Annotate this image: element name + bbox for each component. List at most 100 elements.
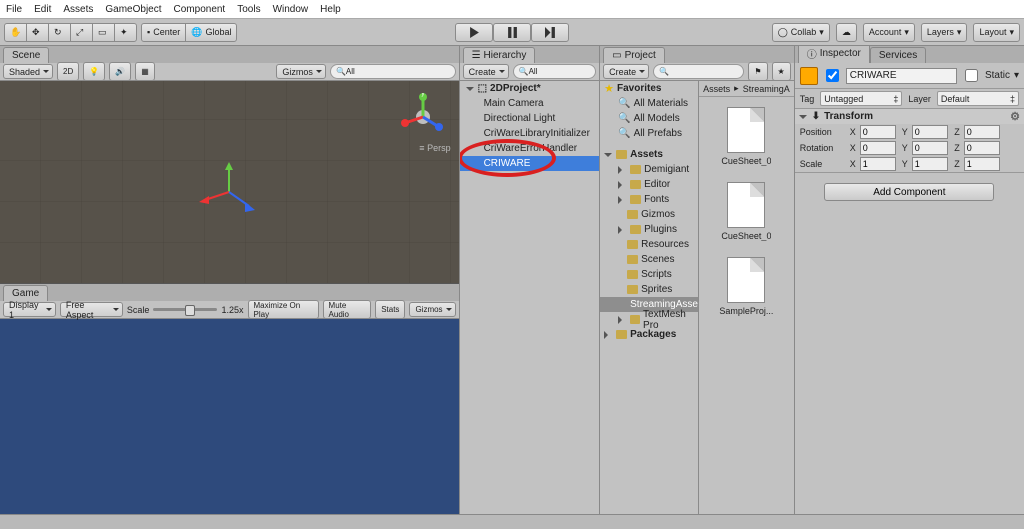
asset-folder[interactable]: Scripts xyxy=(600,267,698,282)
scene-search[interactable]: 🔍All xyxy=(330,64,456,79)
asset-folder[interactable]: Scenes xyxy=(600,252,698,267)
project-filter-icon[interactable]: ⚑ xyxy=(748,62,767,81)
hierarchy-item[interactable]: CriWareLibraryInitializer xyxy=(460,126,600,141)
pause-button[interactable] xyxy=(493,23,531,42)
pivot-global[interactable]: 🌐Global xyxy=(185,23,237,42)
game-view[interactable] xyxy=(0,319,459,514)
gameobject-name-field[interactable]: CRIWARE xyxy=(846,68,957,84)
scene-view[interactable]: y ≡ Persp xyxy=(0,81,459,284)
rect-tool[interactable]: ▭ xyxy=(92,23,115,42)
project-star-icon[interactable]: ★ xyxy=(772,62,791,81)
scale-tool[interactable]: ⤢ xyxy=(70,23,93,42)
pivot-center[interactable]: ▪Center xyxy=(141,23,186,42)
static-checkbox[interactable] xyxy=(965,69,978,82)
scale-x[interactable] xyxy=(860,157,896,171)
favorite-item[interactable]: 🔍All Prefabs xyxy=(600,126,698,141)
tab-services[interactable]: Services xyxy=(870,47,926,63)
play-button[interactable] xyxy=(455,23,493,42)
menu-gameobject[interactable]: GameObject xyxy=(105,4,161,15)
game-stats-toggle[interactable]: Stats xyxy=(375,300,405,319)
menu-component[interactable]: Component xyxy=(174,4,226,15)
hierarchy-item[interactable]: CriWareErrorHandler xyxy=(460,141,600,156)
rotate-tool[interactable]: ↻ xyxy=(48,23,71,42)
multi-tool[interactable]: ✦ xyxy=(114,23,137,42)
position-y[interactable] xyxy=(912,125,948,139)
game-maximize-toggle[interactable]: Maximize On Play xyxy=(248,300,319,319)
gear-icon[interactable]: ⚙ xyxy=(1010,110,1020,123)
menu-tools[interactable]: Tools xyxy=(237,4,260,15)
project-asset[interactable]: SampleProj... xyxy=(725,257,767,316)
menu-assets[interactable]: Assets xyxy=(63,4,93,15)
add-component-button[interactable]: Add Component xyxy=(824,183,994,201)
menu-edit[interactable]: Edit xyxy=(34,4,51,15)
hierarchy-item[interactable]: Directional Light xyxy=(460,111,600,126)
hierarchy-create-dropdown[interactable]: Create xyxy=(463,64,509,79)
step-button[interactable] xyxy=(531,23,569,42)
game-gizmos-dropdown[interactable]: Gizmos xyxy=(409,302,455,317)
game-mute-toggle[interactable]: Mute Audio xyxy=(323,300,372,319)
breadcrumb[interactable]: Assets ▸ StreamingA xyxy=(699,81,794,97)
layers-dropdown[interactable]: Layers ▾ xyxy=(921,23,968,42)
scene-2d-toggle[interactable]: 2D xyxy=(57,62,79,81)
favorites-root[interactable]: ★Favorites xyxy=(600,81,698,96)
tab-inspector[interactable]: ⓘ Inspector xyxy=(798,43,870,63)
tag-dropdown[interactable]: Untagged‡ xyxy=(820,91,902,106)
position-x[interactable] xyxy=(860,125,896,139)
menu-window[interactable]: Window xyxy=(273,4,309,15)
collab-dropdown[interactable]: ◯ Collab ▾ xyxy=(772,23,830,42)
hierarchy-item[interactable]: Main Camera xyxy=(460,96,600,111)
favorite-item[interactable]: 🔍All Models xyxy=(600,111,698,126)
hierarchy-tree[interactable]: ⬚ 2DProject* Main Camera Directional Lig… xyxy=(460,81,600,514)
component-header[interactable]: ⬇ Transform⚙ xyxy=(795,109,1024,124)
hierarchy-scene-root[interactable]: ⬚ 2DProject* xyxy=(460,81,600,96)
cloud-button[interactable]: ☁ xyxy=(836,23,857,42)
account-dropdown[interactable]: Account ▾ xyxy=(863,23,915,42)
gameobject-icon[interactable] xyxy=(800,67,818,85)
asset-folder[interactable]: Plugins xyxy=(600,222,698,237)
scene-gizmos-dropdown[interactable]: Gizmos xyxy=(276,64,326,79)
asset-folder[interactable]: Editor xyxy=(600,177,698,192)
transform-gizmo[interactable] xyxy=(199,162,259,222)
layer-dropdown[interactable]: Default‡ xyxy=(937,91,1019,106)
project-asset[interactable]: CueSheet_0 xyxy=(725,107,767,166)
scene-fx-toggle[interactable]: ▦ xyxy=(135,62,155,81)
layout-dropdown[interactable]: Layout ▾ xyxy=(973,23,1020,42)
scene-audio-toggle[interactable]: 🔊 xyxy=(109,62,131,81)
game-aspect-dropdown[interactable]: Free Aspect xyxy=(60,302,123,317)
scene-shading-dropdown[interactable]: Shaded xyxy=(3,64,53,79)
position-z[interactable] xyxy=(964,125,1000,139)
asset-folder[interactable]: Sprites xyxy=(600,282,698,297)
scale-z[interactable] xyxy=(964,157,1000,171)
assets-root[interactable]: Assets xyxy=(600,147,698,162)
favorite-item[interactable]: 🔍All Materials xyxy=(600,96,698,111)
scene-light-toggle[interactable]: 💡 xyxy=(83,62,105,81)
orientation-gizmo[interactable]: y xyxy=(399,93,447,141)
project-search[interactable]: 🔍 xyxy=(653,64,744,79)
menu-help[interactable]: Help xyxy=(320,4,341,15)
scale-y[interactable] xyxy=(912,157,948,171)
breadcrumb-item[interactable]: StreamingA xyxy=(743,84,790,94)
hand-tool[interactable]: ✋ xyxy=(4,23,27,42)
hierarchy-search[interactable]: 🔍All xyxy=(513,64,597,79)
project-asset[interactable]: CueSheet_0 xyxy=(725,182,767,241)
menu-file[interactable]: File xyxy=(6,4,22,15)
rotation-y[interactable] xyxy=(912,141,948,155)
game-display-dropdown[interactable]: Display 1 xyxy=(3,302,56,317)
asset-folder[interactable]: Resources xyxy=(600,237,698,252)
asset-folder[interactable]: Gizmos xyxy=(600,207,698,222)
project-create-dropdown[interactable]: Create xyxy=(603,64,649,79)
tab-project[interactable]: ▭ Project xyxy=(603,47,665,63)
rotation-z[interactable] xyxy=(964,141,1000,155)
breadcrumb-item[interactable]: Assets xyxy=(703,84,730,94)
asset-folder[interactable]: Fonts xyxy=(600,192,698,207)
project-tree[interactable]: ★Favorites 🔍All Materials 🔍All Models 🔍A… xyxy=(600,81,699,514)
tab-hierarchy[interactable]: ☰ Hierarchy xyxy=(463,47,536,63)
asset-folder[interactable]: TextMesh Pro xyxy=(600,312,698,327)
tab-scene[interactable]: Scene xyxy=(3,47,49,63)
rotation-x[interactable] xyxy=(860,141,896,155)
asset-folder[interactable]: Demigiant xyxy=(600,162,698,177)
active-checkbox[interactable] xyxy=(826,69,839,82)
hierarchy-item-selected[interactable]: CRIWARE xyxy=(460,156,600,171)
game-scale-slider[interactable] xyxy=(153,308,217,311)
move-tool[interactable]: ✥ xyxy=(26,23,49,42)
